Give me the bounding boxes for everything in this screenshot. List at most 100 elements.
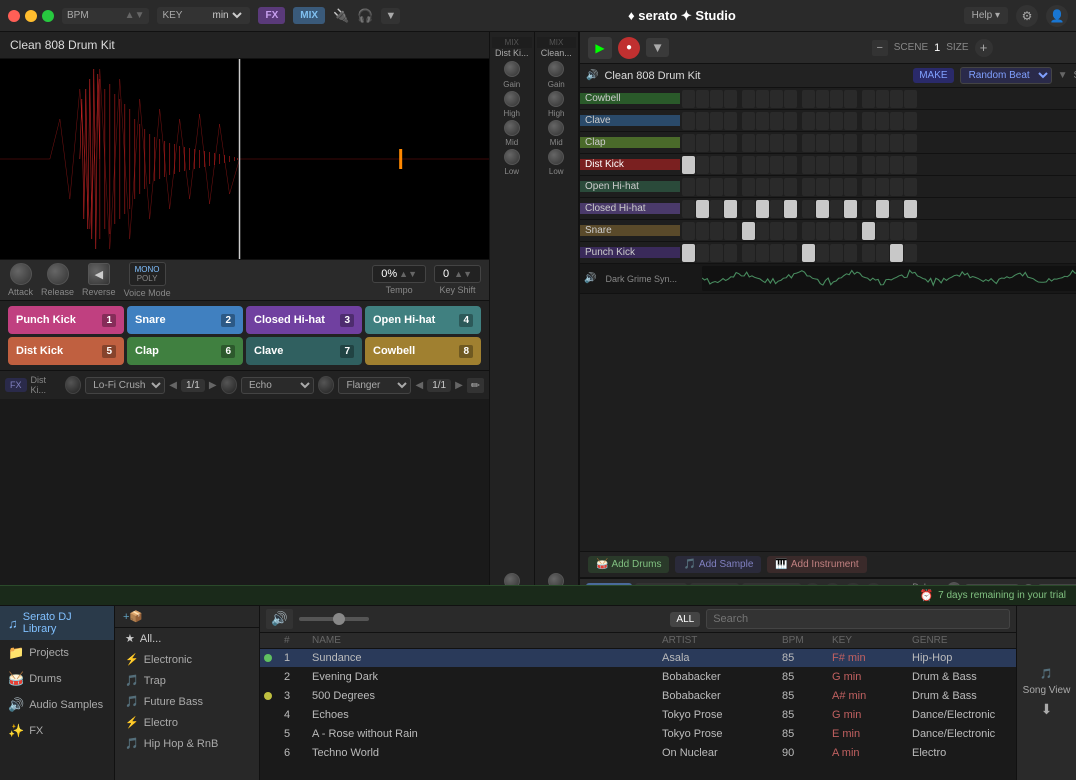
table-row[interactable]: 2 Evening Dark Bobabacker 85 G min Drum … (260, 668, 1016, 687)
beat-cell[interactable] (742, 178, 755, 196)
beat-cell[interactable] (682, 200, 695, 218)
beat-cell[interactable] (816, 156, 829, 174)
dropdown-btn[interactable]: ▼ (646, 38, 669, 57)
drum-name-clave[interactable]: Clave (580, 115, 680, 126)
beat-cell[interactable] (816, 222, 829, 240)
search-input[interactable] (706, 609, 1010, 629)
beat-cell[interactable] (724, 200, 737, 218)
beat-cell[interactable] (724, 90, 737, 108)
record-button[interactable]: ● (618, 37, 640, 59)
pad-closed-hi-hat[interactable]: Closed Hi-hat3 (246, 306, 362, 334)
reverse-knob[interactable]: ◀ (88, 263, 110, 285)
beat-cell[interactable] (770, 90, 783, 108)
fx-select-3[interactable]: Flanger (338, 377, 411, 394)
beat-cell[interactable] (844, 222, 857, 240)
sub-item-future-bass[interactable]: 🎵 Future Bass (115, 691, 259, 712)
beat-cell[interactable] (802, 244, 815, 262)
beat-cell[interactable] (890, 112, 903, 130)
beat-cell[interactable] (724, 112, 737, 130)
drum-name-closed-hi-hat[interactable]: Closed Hi-hat (580, 203, 680, 214)
beat-cell[interactable] (696, 90, 709, 108)
fx-select-2[interactable]: Echo (241, 377, 314, 394)
beat-cell[interactable] (830, 244, 843, 262)
beat-cell[interactable] (784, 112, 797, 130)
help-button[interactable]: Help ▾ (964, 7, 1008, 24)
beat-cell[interactable] (830, 90, 843, 108)
beat-cell[interactable] (816, 90, 829, 108)
beat-cell[interactable] (890, 90, 903, 108)
beat-dropdown-icon[interactable]: ▼ (1058, 70, 1068, 81)
voice-mode-selector[interactable]: MONO POLY (129, 262, 166, 286)
beat-cell[interactable] (742, 112, 755, 130)
beat-cell[interactable] (770, 112, 783, 130)
gain-knob-1[interactable] (504, 61, 520, 77)
release-knob[interactable] (47, 263, 69, 285)
low-knob-1[interactable] (504, 149, 520, 165)
mix-button[interactable]: MIX (293, 7, 325, 24)
drum-name-dist-kick[interactable]: Dist Kick (580, 159, 680, 170)
key-input[interactable]: C (185, 10, 205, 22)
beat-cell[interactable] (844, 156, 857, 174)
mid-knob-2[interactable] (548, 120, 564, 136)
song-view-button[interactable]: 🎵 Song View ⬇ (1016, 606, 1076, 780)
user-icon[interactable]: 👤 (1046, 5, 1068, 27)
beat-cell[interactable] (742, 134, 755, 152)
table-row[interactable]: 5 A - Rose without Rain Tokyo Prose 85 E… (260, 725, 1016, 744)
beat-cell[interactable] (696, 134, 709, 152)
expand-btn[interactable]: ▼ (381, 8, 400, 24)
volume-slider[interactable] (299, 617, 369, 621)
drum-name-snare[interactable]: Snare (580, 225, 680, 236)
beat-cell[interactable] (844, 90, 857, 108)
beat-cell[interactable] (890, 134, 903, 152)
beat-cell[interactable] (862, 134, 875, 152)
beat-cell[interactable] (904, 222, 917, 240)
sidebar-item-projects[interactable]: 📁 Projects (0, 640, 114, 666)
beat-cell[interactable] (682, 222, 695, 240)
add-drums-button[interactable]: 🥁 Add Drums (588, 556, 669, 573)
beat-cell[interactable] (890, 200, 903, 218)
sub-item-electronic[interactable]: ⚡ Electronic (115, 649, 259, 670)
beat-cell[interactable] (904, 200, 917, 218)
beat-cell[interactable] (844, 112, 857, 130)
add-sample-button[interactable]: 🎵 Add Sample (675, 556, 761, 573)
beat-cell[interactable] (742, 156, 755, 174)
beat-cell[interactable] (710, 178, 723, 196)
beat-cell[interactable] (784, 90, 797, 108)
beat-cell[interactable] (682, 156, 695, 174)
beat-cell[interactable] (904, 112, 917, 130)
beat-cell[interactable] (756, 156, 769, 174)
beat-cell[interactable] (890, 156, 903, 174)
beat-cell[interactable] (756, 200, 769, 218)
close-window-btn[interactable] (8, 10, 20, 22)
beat-cell[interactable] (830, 222, 843, 240)
sidebar-item-fx[interactable]: ✨ FX (0, 718, 114, 744)
beat-cell[interactable] (862, 90, 875, 108)
tempo-input[interactable]: 0% ▲▼ (372, 265, 426, 283)
beat-cell[interactable] (724, 222, 737, 240)
maximize-window-btn[interactable] (42, 10, 54, 22)
fx-arrow-left-1[interactable]: ◀ (169, 380, 177, 391)
beat-cell[interactable] (770, 200, 783, 218)
beat-cell[interactable] (710, 134, 723, 152)
beat-cell[interactable] (784, 244, 797, 262)
beat-cell[interactable] (830, 178, 843, 196)
all-filter-btn[interactable]: ALL (670, 612, 700, 627)
play-button[interactable]: ▶ (588, 37, 612, 59)
beat-cell[interactable] (844, 178, 857, 196)
beat-cell[interactable] (816, 244, 829, 262)
attack-knob[interactable] (10, 263, 32, 285)
beat-cell[interactable] (696, 112, 709, 130)
beat-cell[interactable] (742, 222, 755, 240)
beat-cell[interactable] (710, 200, 723, 218)
beat-cell[interactable] (876, 222, 889, 240)
beat-cell[interactable] (756, 178, 769, 196)
beat-cell[interactable] (862, 244, 875, 262)
gain-knob-2[interactable] (548, 61, 564, 77)
add-instrument-button[interactable]: 🎹 Add Instrument (767, 556, 866, 573)
fx-knob-1[interactable] (65, 376, 81, 394)
fx-knob-3[interactable] (318, 376, 334, 394)
beat-cell[interactable] (802, 178, 815, 196)
random-beat-select[interactable]: Random Beat (960, 67, 1052, 84)
beat-cell[interactable] (724, 156, 737, 174)
drum-name-clap[interactable]: Clap (580, 137, 680, 148)
